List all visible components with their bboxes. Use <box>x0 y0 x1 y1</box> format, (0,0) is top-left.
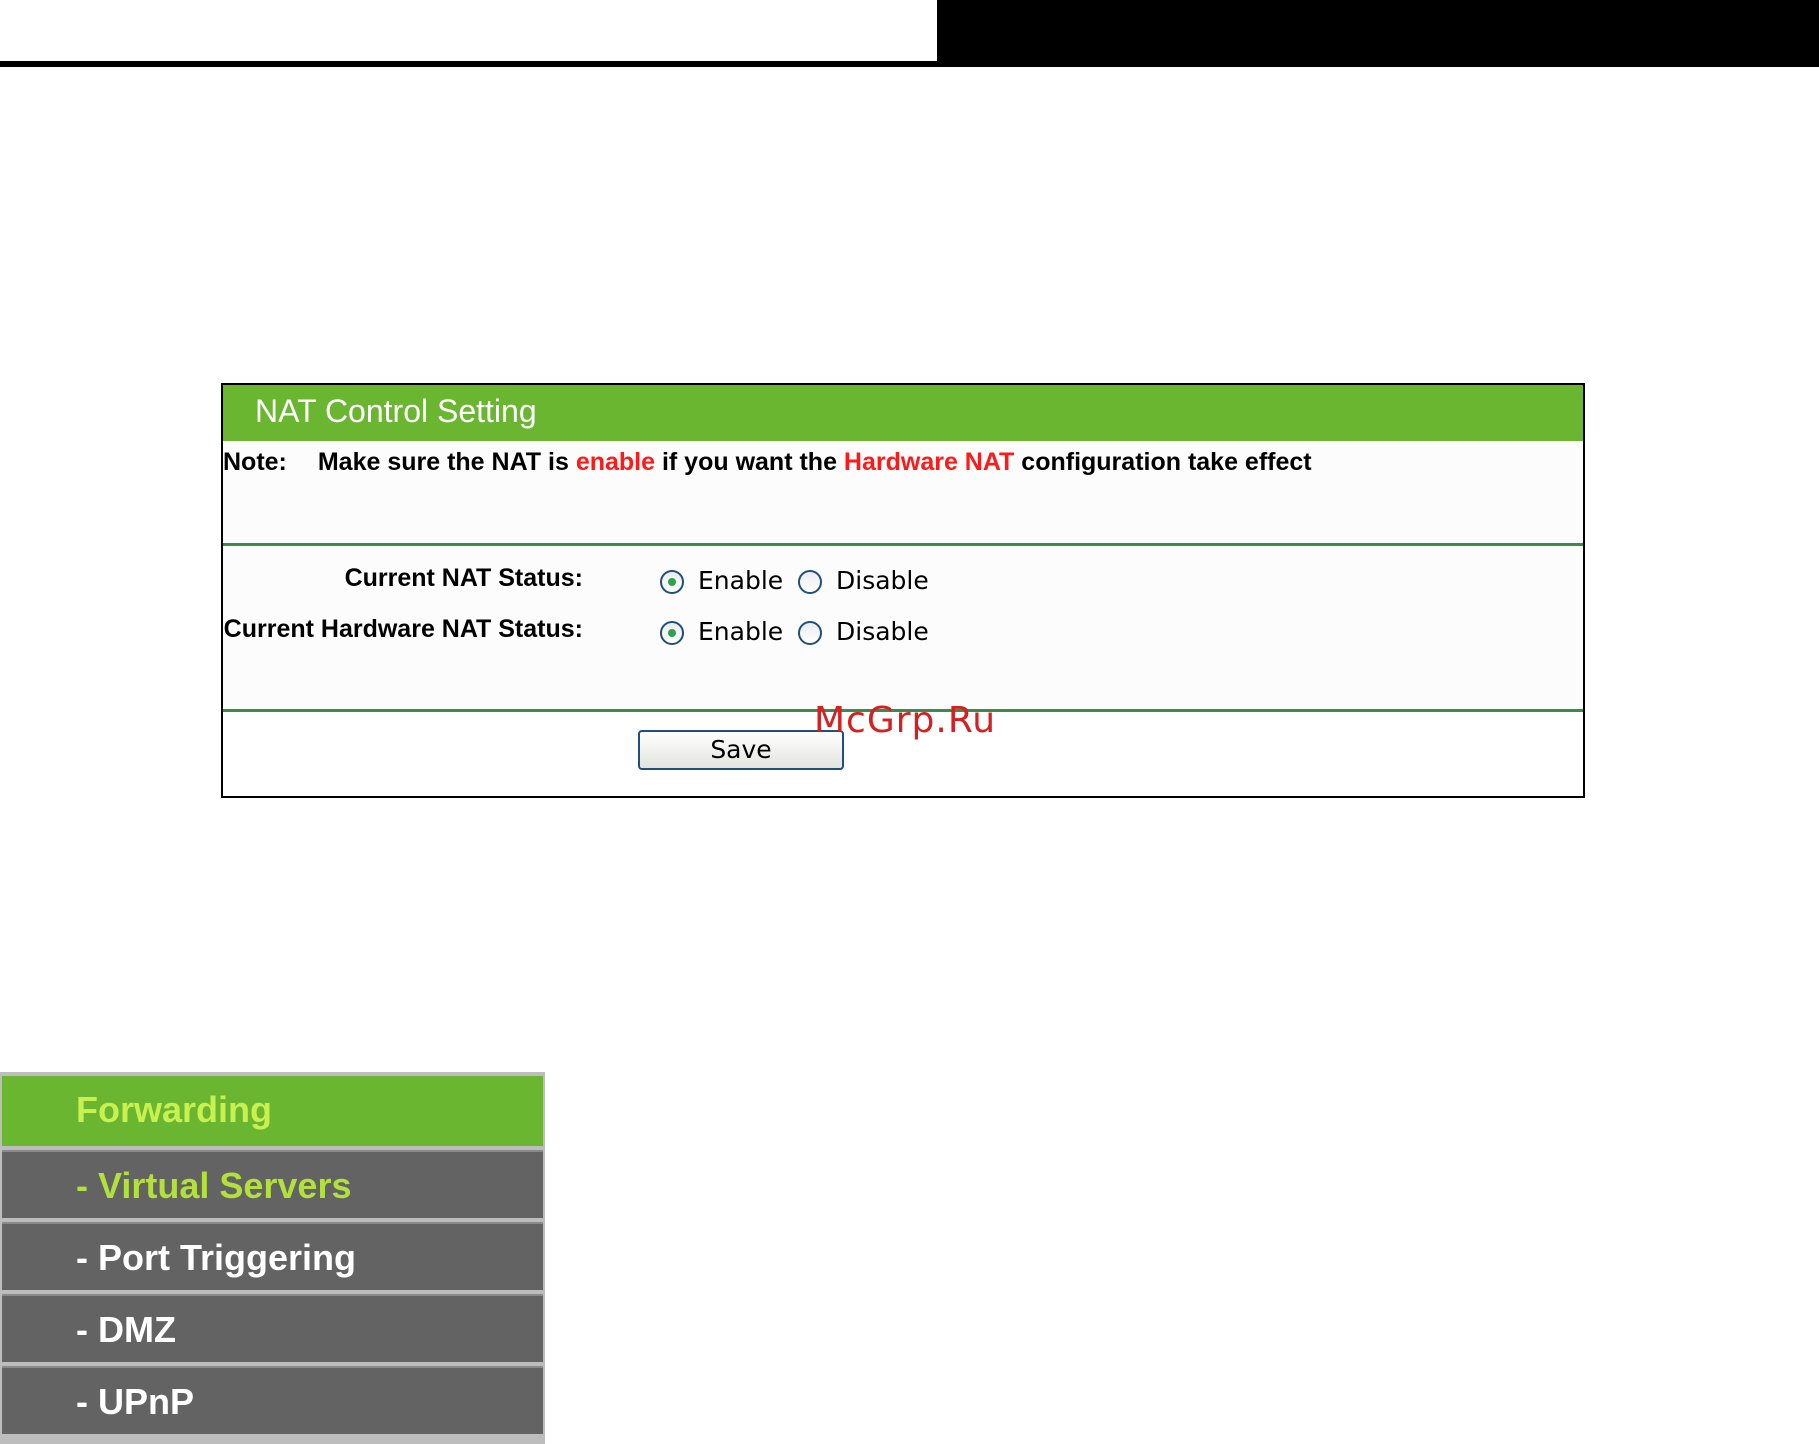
watermark-text: McGrp.Ru <box>814 700 997 741</box>
note-text: Note: Make sure the NAT is enable if you… <box>223 448 1312 477</box>
panel-header: NAT Control Setting <box>223 385 1583 441</box>
note-text-1: Make sure the NAT is <box>317 448 569 476</box>
sidebar-item-forwarding[interactable]: Forwarding <box>2 1076 543 1146</box>
note-text-3: configuration take effect <box>1021 448 1312 476</box>
sidebar-item-upnp[interactable]: - UPnP <box>2 1366 543 1434</box>
note-text-2: if you want the <box>661 448 837 476</box>
sidebar-item-label: - UPnP <box>76 1381 195 1422</box>
sidebar-menu: Forwarding - Virtual Servers - Port Trig… <box>0 1072 545 1444</box>
nat-disable-radio[interactable] <box>798 570 822 594</box>
hw-nat-disable-radio[interactable] <box>798 621 822 645</box>
hw-nat-enable-radio[interactable] <box>660 621 684 645</box>
nat-enable-radio[interactable] <box>660 570 684 594</box>
note-highlight-hardware-nat: Hardware NAT <box>843 448 1015 476</box>
sidebar-item-virtual-servers[interactable]: - Virtual Servers <box>2 1150 543 1218</box>
hw-nat-disable-label[interactable]: Disable <box>836 617 929 646</box>
nat-status-label: Current NAT Status: <box>344 564 583 592</box>
nat-disable-label[interactable]: Disable <box>836 566 929 595</box>
note-highlight-enable: enable <box>575 448 656 476</box>
sidebar-item-label: - Virtual Servers <box>76 1165 352 1206</box>
hw-nat-enable-label[interactable]: Enable <box>698 617 783 646</box>
nat-status-row: Current NAT Status: Enable Disable <box>223 564 1583 604</box>
sidebar-item-label: - DMZ <box>76 1309 176 1350</box>
note-label: Note: <box>223 448 287 476</box>
sidebar-item-label: - Port Triggering <box>76 1237 357 1278</box>
sidebar-item-label: Forwarding <box>76 1089 272 1130</box>
hw-nat-status-label: Current Hardware NAT Status: <box>223 615 583 643</box>
nat-enable-label[interactable]: Enable <box>698 566 783 595</box>
sidebar-item-port-triggering[interactable]: - Port Triggering <box>2 1222 543 1290</box>
sidebar-item-dmz[interactable]: - DMZ <box>2 1294 543 1362</box>
hw-nat-status-row: Current Hardware NAT Status: Enable Disa… <box>223 615 1583 655</box>
panel-title: NAT Control Setting <box>255 393 537 429</box>
note-area: Note: Make sure the NAT is enable if you… <box>223 441 1583 543</box>
header-block <box>937 0 1819 64</box>
status-area: Current NAT Status: Enable Disable Curre… <box>223 546 1583 709</box>
